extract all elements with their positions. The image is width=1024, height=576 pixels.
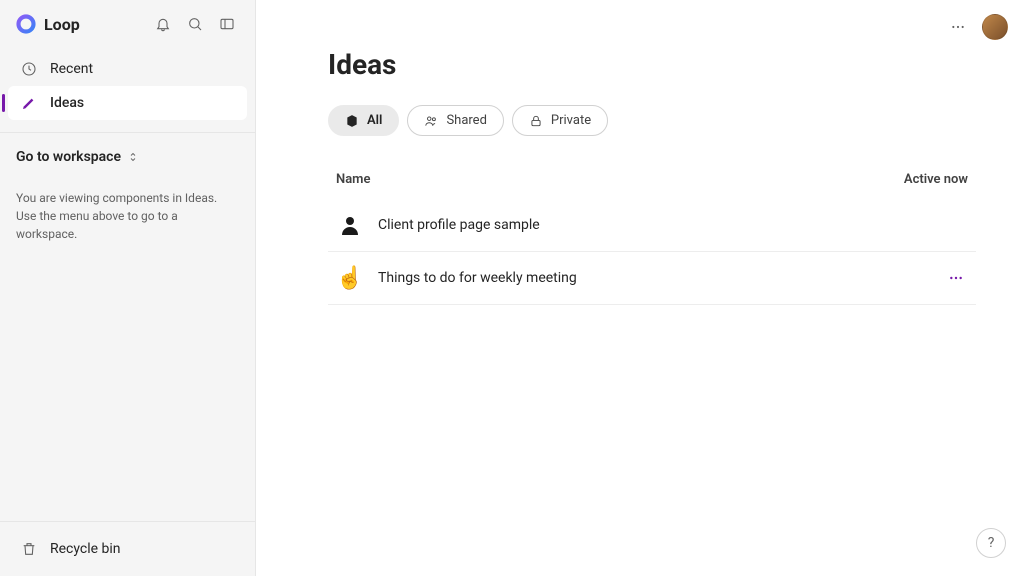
filter-label: All [367,113,382,128]
bell-icon [155,16,171,32]
recycle-bin-button[interactable]: Recycle bin [8,532,247,566]
sidebar-item-ideas[interactable]: Ideas [8,86,247,120]
ellipsis-icon [950,19,966,35]
filter-label: Shared [446,113,486,128]
header-actions [151,12,239,36]
column-name: Name [336,172,370,187]
panel-toggle-button[interactable] [215,12,239,36]
workspace-hint: You are viewing components in Ideas. Use… [16,189,239,243]
list-item[interactable]: Client profile page sample [328,199,976,252]
app-logo[interactable]: Loop [16,14,80,34]
list-item[interactable]: ☝️ Things to do for weekly meeting [328,252,976,305]
list-header: Name Active now [328,164,976,199]
trash-icon [20,540,38,558]
go-to-workspace-button[interactable]: Go to workspace [16,149,239,165]
notifications-button[interactable] [151,12,175,36]
page-title: Ideas [328,48,976,81]
filter-all[interactable]: All [328,105,399,136]
avatar[interactable] [982,14,1008,40]
sidebar-item-label: Recent [50,61,93,77]
silhouette-icon [336,211,364,239]
recycle-label: Recycle bin [50,541,121,557]
filter-label: Private [551,113,591,128]
row-more-button[interactable] [944,266,968,290]
sidebar-header: Loop [0,0,255,48]
panel-icon [219,16,235,32]
chevron-updown-icon [127,151,139,163]
people-icon [424,114,438,128]
sidebar: Loop Recent Ideas [0,0,256,576]
help-button[interactable]: ? [976,528,1006,558]
clock-icon [20,60,38,78]
row-title: Things to do for weekly meeting [378,270,577,286]
cube-icon [345,114,359,128]
sidebar-item-label: Ideas [50,95,84,111]
main-content: Ideas All Shared Private Name A [256,0,1024,576]
pen-icon [20,94,38,112]
column-activity: Active now [904,172,968,187]
more-options-button[interactable] [946,15,970,39]
loop-logo-icon [16,14,36,34]
row-title: Client profile page sample [378,217,540,233]
lock-icon [529,114,543,128]
sidebar-nav: Recent Ideas [0,48,255,124]
ellipsis-icon [948,270,964,286]
app-name: Loop [44,15,80,34]
sidebar-bottom: Recycle bin [0,521,255,576]
sidebar-item-recent[interactable]: Recent [8,52,247,86]
workspace-label: Go to workspace [16,149,121,165]
top-right-actions [946,14,1008,40]
search-button[interactable] [183,12,207,36]
filter-shared[interactable]: Shared [407,105,503,136]
components-list: Name Active now Client profile page samp… [328,164,976,305]
question-icon: ? [988,535,995,551]
search-icon [187,16,203,32]
workspace-section: Go to workspace You are viewing componen… [0,132,255,259]
filter-private[interactable]: Private [512,105,608,136]
pointing-up-emoji-icon: ☝️ [336,264,364,292]
filter-pills: All Shared Private [328,105,976,136]
